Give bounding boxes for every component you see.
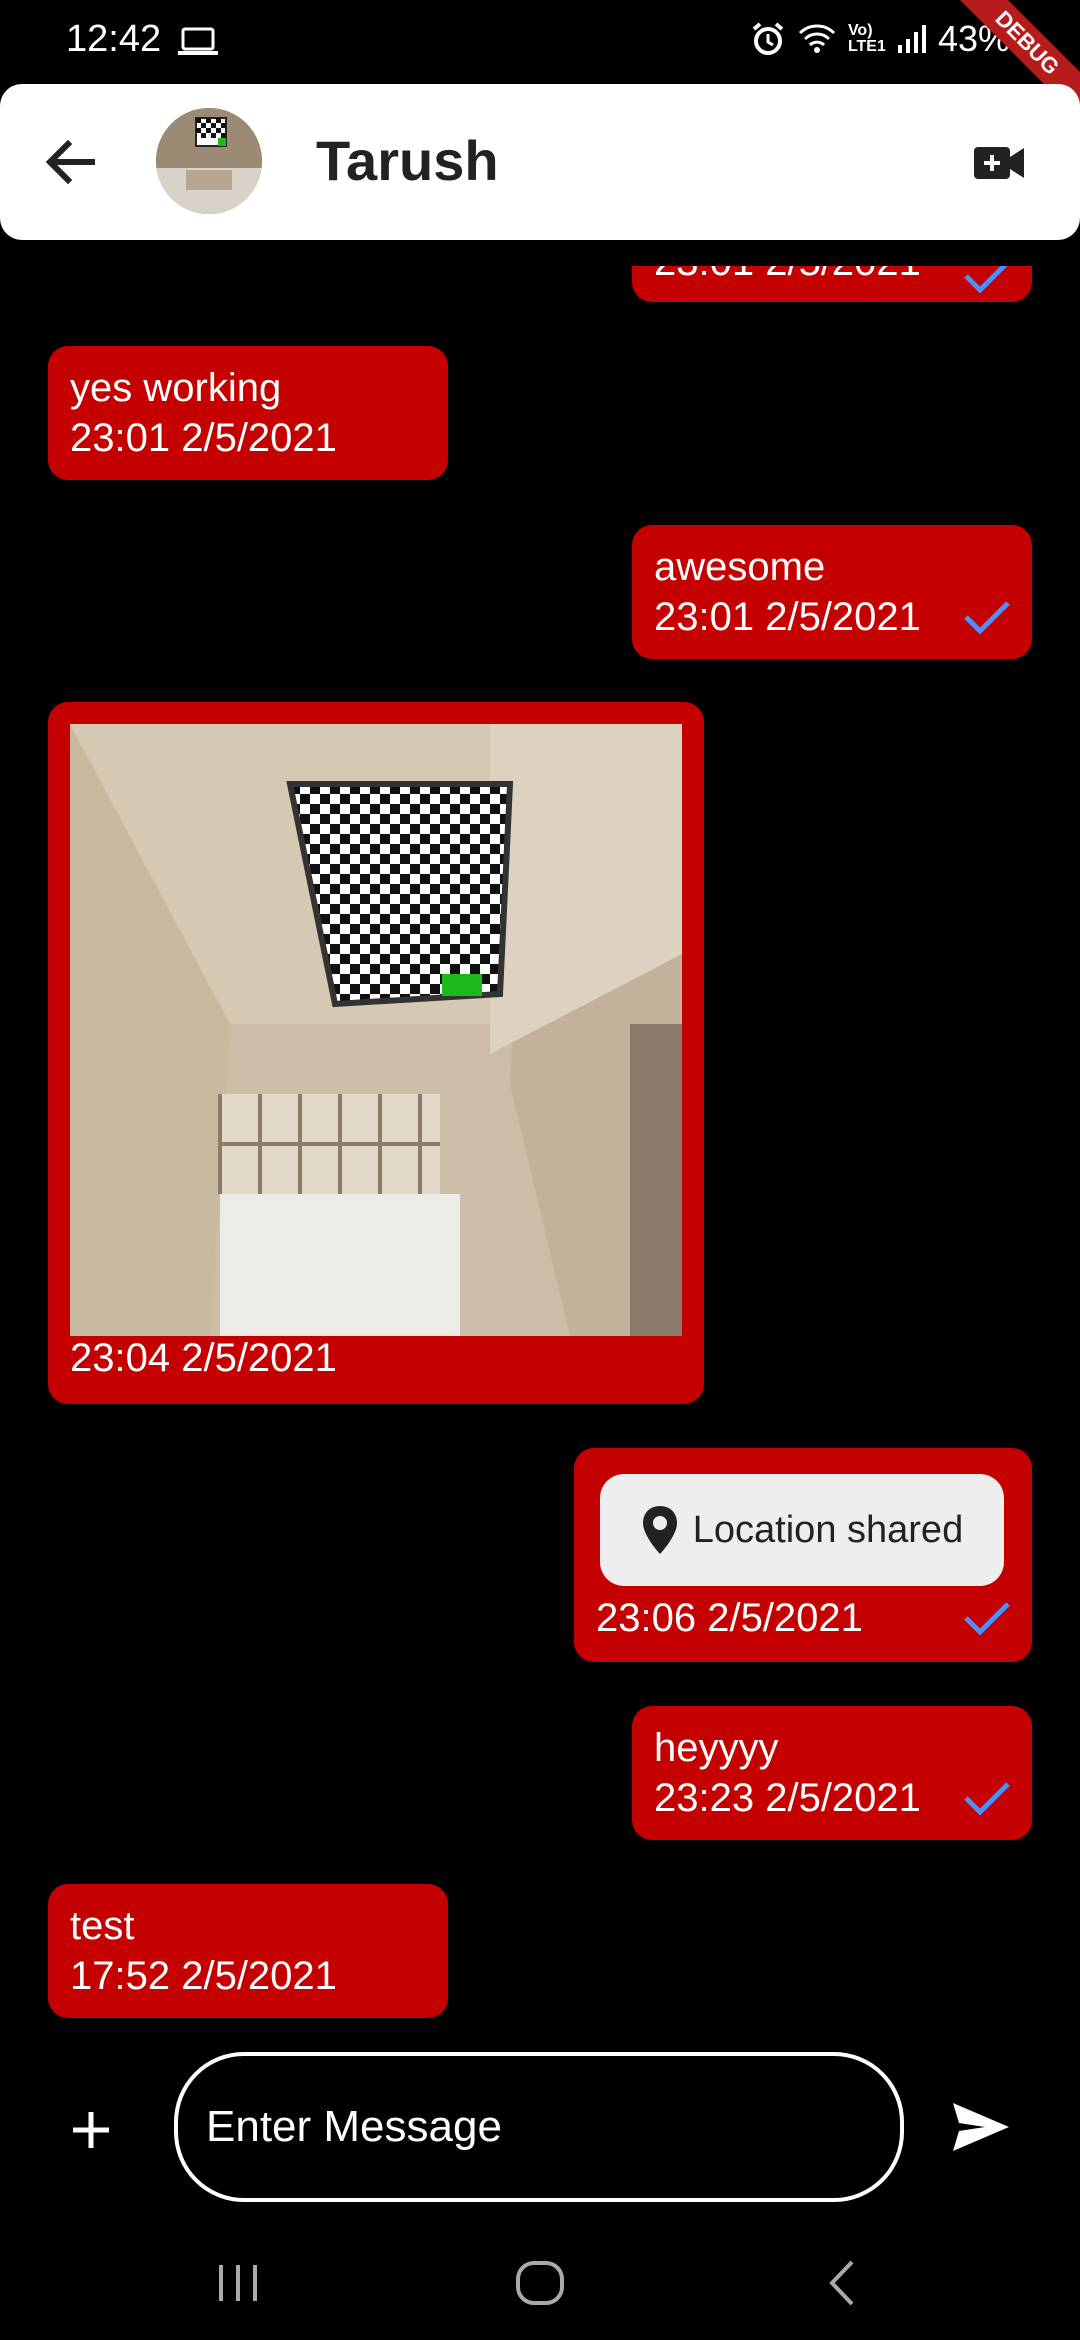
- send-button[interactable]: [946, 2092, 1016, 2162]
- check-icon: [964, 1602, 1010, 1636]
- recent-apps-icon: [219, 2265, 257, 2301]
- video-call-icon: [974, 147, 1024, 179]
- avatar[interactable]: [156, 108, 262, 214]
- check-icon: [964, 266, 1008, 294]
- message-text: test: [70, 1904, 135, 1948]
- status-bar: 12:42 Vo) LTE1 43% DEBUG: [0, 0, 1080, 123]
- check-icon: [964, 601, 1010, 635]
- home-icon: [516, 2261, 564, 2305]
- laptop-icon: [178, 26, 218, 61]
- location-label: Location shared: [692, 1508, 964, 1551]
- location-pin-icon: [642, 1506, 677, 1554]
- shared-photo[interactable]: [70, 724, 682, 1336]
- message-text: heyyyy: [654, 1726, 779, 1770]
- message-bubble-location[interactable]: Location shared 23:06 2/5/2021: [574, 1448, 1032, 1662]
- message-bubble-received[interactable]: test 17:52 2/5/2021: [48, 1884, 448, 2018]
- alarm-icon: [750, 21, 786, 57]
- message-text: yes working: [70, 366, 282, 410]
- message-time: 23:01 2/5/2021: [70, 416, 337, 460]
- status-time: 12:42: [66, 18, 162, 60]
- contact-name[interactable]: Tarush: [316, 128, 499, 193]
- location-card[interactable]: Location shared: [600, 1474, 1004, 1586]
- status-icons: Vo) LTE1 43%: [750, 18, 1010, 60]
- message-bubble-sent[interactable]: awesome 23:01 2/5/2021: [632, 525, 1032, 659]
- message-input[interactable]: [174, 2052, 904, 2202]
- message-time: 23:23 2/5/2021: [654, 1776, 921, 1820]
- add-attachment-button[interactable]: [56, 2090, 126, 2170]
- message-time: 23:06 2/5/2021: [596, 1596, 863, 1640]
- message-time: 17:52 2/5/2021: [70, 1954, 337, 1998]
- message-bubble-received[interactable]: yes working 23:01 2/5/2021: [48, 346, 448, 480]
- message-bubble-image[interactable]: 23:04 2/5/2021: [48, 702, 704, 1404]
- video-call-button[interactable]: [960, 128, 1040, 198]
- system-nav-bar: [0, 2230, 1080, 2340]
- message-text: awesome: [654, 545, 826, 589]
- home-button[interactable]: [500, 2248, 580, 2318]
- arrow-back-icon: [45, 139, 95, 185]
- plus-icon: [73, 2112, 109, 2148]
- chat-screen: 12:42 Vo) LTE1 43% DEBUG Tarush 23:01 2/…: [0, 0, 1080, 2340]
- chevron-left-icon: [829, 2260, 854, 2306]
- recent-apps-button[interactable]: [198, 2248, 278, 2318]
- check-icon: [964, 1782, 1010, 1816]
- message-time: 23:01 2/5/2021: [654, 240, 921, 284]
- app-bar: Tarush: [0, 84, 1080, 240]
- message-time: 23:04 2/5/2021: [70, 1336, 337, 1380]
- message-time: 23:01 2/5/2021: [654, 595, 921, 639]
- signal-icon: [896, 23, 926, 55]
- system-back-button[interactable]: [802, 2248, 882, 2318]
- network-label: Vo) LTE1: [847, 22, 886, 55]
- message-bubble-sent[interactable]: heyyyy 23:23 2/5/2021: [632, 1706, 1032, 1840]
- back-button[interactable]: [30, 122, 110, 202]
- wifi-icon: [798, 23, 836, 55]
- send-icon: [953, 2103, 1009, 2151]
